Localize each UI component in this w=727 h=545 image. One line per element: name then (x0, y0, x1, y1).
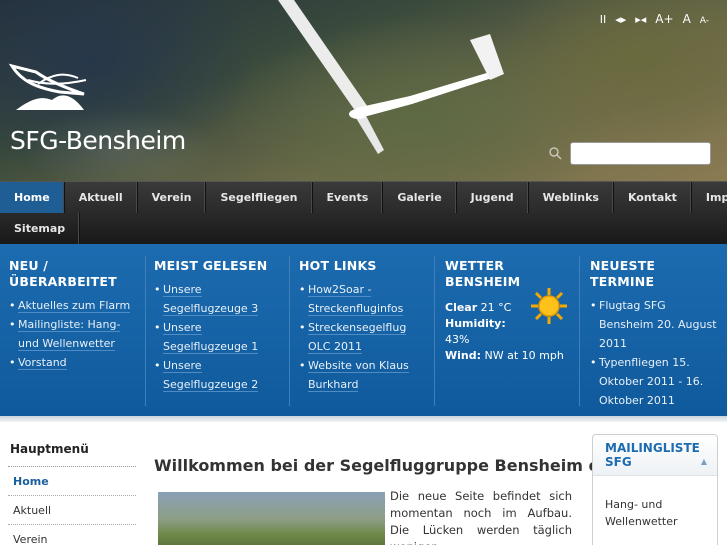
module-hotlinks: Hot Links How2Soar - Streckenfluginfos S… (299, 258, 427, 394)
nav-item-galerie[interactable]: Galerie (383, 182, 457, 213)
nav-item-kontakt[interactable]: Kontakt (614, 182, 692, 213)
shrink-width-icon[interactable]: ▸◂ (635, 13, 646, 26)
menu-item-home[interactable]: Home (8, 467, 136, 496)
main-menu-title: Hauptmenü (8, 440, 136, 467)
nav-item-jugend[interactable]: Jugend (457, 182, 529, 213)
main-navigation: Home Aktuell Verein Segelfliegen Events … (0, 181, 727, 244)
list-item[interactable]: Aktuelles zum Flarm (9, 296, 139, 315)
module-title: Hot Links (299, 258, 377, 273)
list-item[interactable]: Vorstand (9, 353, 139, 372)
menu-item-verein[interactable]: Verein (8, 525, 136, 545)
mailinglist-title[interactable]: Mailingliste SFG ▲ (593, 435, 717, 476)
sun-icon (531, 288, 567, 324)
module-weather: Wetter Bensheim Clear 21 °C Humidity: 43… (445, 258, 575, 364)
mailinglist-box: Mailingliste SFG ▲ Hang- und Wellenwette… (592, 434, 718, 545)
article-title: Willkommen bei der Segelfluggruppe Bensh… (154, 456, 622, 475)
list-item[interactable]: Website von Klaus Burkhard (299, 356, 427, 394)
divider (145, 256, 146, 406)
font-bigger-button[interactable]: A+ (655, 12, 673, 26)
module-new: Neu / Überarbeitet Aktuelles zum Flarm M… (9, 258, 139, 372)
nav-item-home[interactable]: Home (0, 182, 65, 213)
text-size-controls: II ◂▸ ▸◂ A+ A A- (600, 12, 709, 26)
expand-width-icon[interactable]: ◂▸ (615, 13, 626, 26)
list-item[interactable]: Typenfliegen 15. Oktober 2011 - 16. Okto… (590, 353, 720, 410)
header-banner: SFG-Bensheim II ◂▸ ▸◂ A+ A A- (0, 0, 727, 181)
list-item[interactable]: Streckensegelflug OLC 2011 (299, 318, 427, 356)
collapse-arrow-icon[interactable]: ▲ (701, 455, 707, 469)
nav-row-2: Sitemap (0, 213, 81, 244)
module-title: Meist gelesen (154, 258, 268, 273)
search-input[interactable] (570, 142, 711, 165)
module-title: Neueste Termine (590, 258, 656, 289)
module-title: Neu / Überarbeitet (9, 258, 117, 289)
mailinglist-item[interactable]: Hang- und Wellenwetter (593, 476, 717, 530)
aerial-photo (158, 492, 385, 545)
page: SFG-Bensheim II ◂▸ ▸◂ A+ A A- Home Aktue… (0, 0, 727, 545)
pause-icon[interactable]: II (600, 13, 607, 26)
modules-strip: Neu / Überarbeitet Aktuelles zum Flarm M… (0, 244, 727, 416)
article-text: Die neue Seite befindet sich momentan no… (390, 489, 572, 545)
font-reset-button[interactable]: A (683, 12, 691, 26)
list-item[interactable]: Unsere Segelflugzeuge 2 (154, 356, 284, 394)
nav-row-1: Home Aktuell Verein Segelfliegen Events … (0, 182, 727, 213)
list-item[interactable]: How2Soar - Streckenfluginfos (299, 280, 427, 318)
modules-shadow (0, 416, 727, 422)
divider (289, 256, 290, 406)
divider (579, 256, 580, 406)
glider-photo (278, 0, 504, 154)
list-item[interactable]: Unsere Segelflugzeuge 3 (154, 280, 284, 318)
nav-item-verein[interactable]: Verein (138, 182, 207, 213)
nav-item-segelfliegen[interactable]: Segelfliegen (206, 182, 313, 213)
list-item[interactable]: Mailingliste: Hang- und Wellenwetter (9, 315, 139, 353)
divider (434, 256, 435, 406)
list-item[interactable]: Flugtag SFG Bensheim 20. August 2011 (590, 296, 720, 353)
nav-item-weblinks[interactable]: Weblinks (529, 182, 614, 213)
main-menu: Hauptmenü Home Aktuell Verein (8, 440, 136, 545)
list-item[interactable]: Unsere Segelflugzeuge 1 (154, 318, 284, 356)
site-title[interactable]: SFG-Bensheim (10, 126, 186, 155)
search-icon (549, 147, 562, 160)
nav-item-impressum[interactable]: Impressum (692, 182, 727, 213)
module-popular: Meist gelesen Unsere Segelflugzeuge 3 Un… (154, 258, 284, 394)
menu-item-aktuell[interactable]: Aktuell (8, 496, 136, 525)
nav-item-events[interactable]: Events (313, 182, 384, 213)
font-smaller-button[interactable]: A- (700, 16, 709, 26)
nav-item-sitemap[interactable]: Sitemap (0, 213, 81, 244)
module-events: Neueste Termine Flugtag SFG Bensheim 20.… (590, 258, 720, 410)
nav-item-aktuell[interactable]: Aktuell (65, 182, 138, 213)
